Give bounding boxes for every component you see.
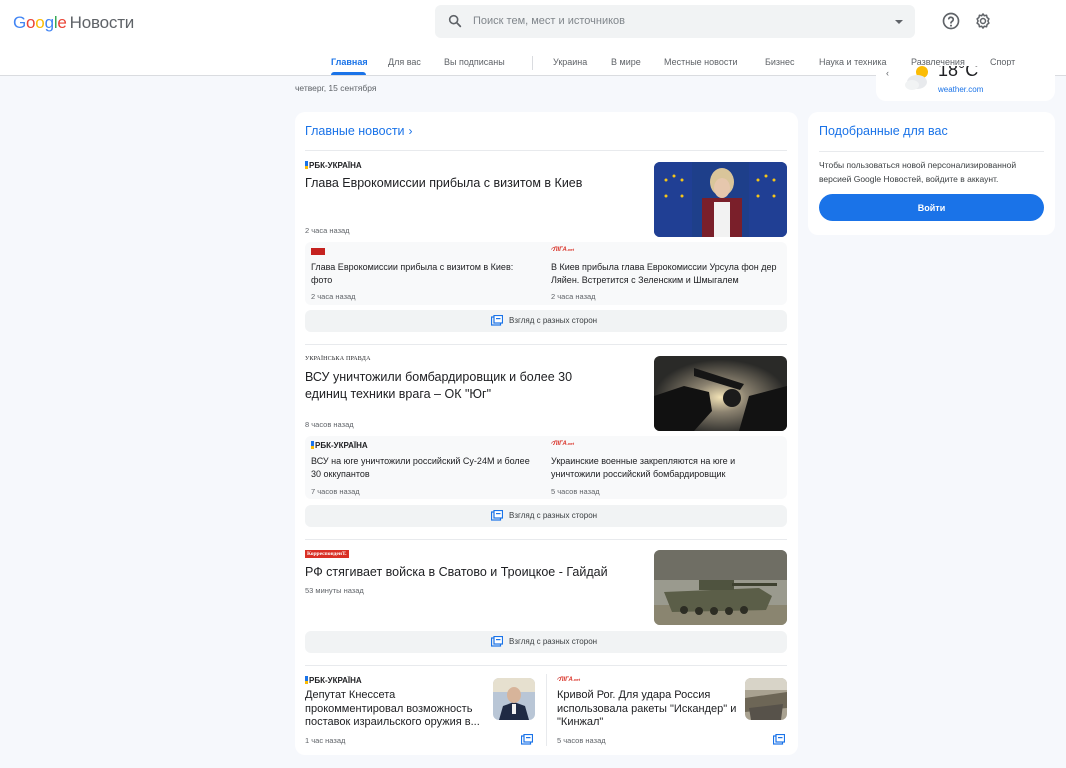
top-news-heading[interactable]: Главные новости ›: [305, 124, 413, 138]
story-time: 53 минуты назад: [305, 586, 364, 595]
story-headline[interactable]: РФ стягивает войска в Сватово и Троицкое…: [305, 564, 645, 581]
story-thumbnail[interactable]: [654, 550, 787, 625]
related-time: 2 часа назад: [551, 292, 596, 301]
google-news-logo[interactable]: Google Новости: [13, 13, 134, 33]
related-time: 7 часов назад: [311, 487, 360, 496]
divider: [305, 665, 787, 666]
related-articles: Глава Еврокомиссии прибыла с визитом в К…: [305, 242, 787, 305]
full-coverage-label: Взгляд с разных сторон: [509, 637, 598, 646]
story-source: КорреспонденТ.: [305, 550, 349, 558]
story-source: РБК-УКРАЇНА: [305, 676, 362, 685]
related-time: 5 часов назад: [551, 487, 600, 496]
tab-following[interactable]: Вы подписаны: [444, 57, 505, 67]
related-title[interactable]: ВСУ на юге уничтожили российский Су-24М …: [311, 455, 531, 481]
related-title[interactable]: В Киев прибыла глава Еврокомиссии Урсула…: [551, 261, 781, 287]
related-title[interactable]: Глава Еврокомиссии прибыла с визитом в К…: [311, 261, 531, 287]
story-thumbnail[interactable]: [654, 162, 787, 237]
logo-product-label: Новости: [69, 13, 135, 32]
partly-cloudy-icon: [905, 66, 928, 90]
story-headline[interactable]: Глава Еврокомиссии прибыла с визитом в К…: [305, 175, 635, 192]
full-coverage-label: Взгляд с разных сторон: [509, 511, 598, 520]
full-coverage-icon[interactable]: [521, 734, 533, 745]
story-source: РБК-УКРАЇНА: [305, 161, 362, 170]
nav-divider: [532, 56, 533, 70]
related-source: РБК-УКРАЇНА: [311, 441, 368, 450]
story-headline[interactable]: Кривой Рог. Для удара Россия использовал…: [557, 689, 737, 730]
help-icon[interactable]: [941, 11, 961, 31]
for-you-heading: Подобранные для вас: [819, 124, 948, 138]
divider: [819, 151, 1044, 152]
story-headline[interactable]: ВСУ уничтожили бомбардировщик и более 30…: [305, 369, 615, 403]
related-title[interactable]: Украинские военные закрепляются на юге и…: [551, 455, 781, 481]
story-time: 1 час назад: [305, 736, 346, 745]
story-time: 8 часов назад: [305, 420, 354, 429]
source-logo-tvn: [311, 248, 325, 255]
weather-temperature: 18°C: [938, 66, 979, 80]
story-thumbnail[interactable]: [654, 356, 787, 431]
story-source: УКРАЇНСЬКА ПРАВДА: [305, 356, 371, 362]
chevron-down-icon[interactable]: [895, 20, 903, 24]
chevron-left-icon[interactable]: ‹: [886, 68, 889, 78]
full-coverage-icon[interactable]: [773, 734, 785, 745]
related-articles: РБК-УКРАЇНА ВСУ на юге уничтожили россий…: [305, 436, 787, 499]
for-you-description: Чтобы пользоваться новой персонализирова…: [819, 160, 1017, 184]
story-time: 2 часа назад: [305, 226, 350, 235]
weather-widget[interactable]: ‹ 18°C weather.com: [876, 66, 1055, 101]
weather-source-link[interactable]: weather.com: [938, 85, 983, 94]
source-logo-liga: ◜ЛІГА.net: [551, 247, 574, 253]
tab-world[interactable]: В мире: [611, 57, 641, 67]
full-coverage-icon: [491, 315, 503, 326]
related-time: 2 часа назад: [311, 292, 356, 301]
story-time: 5 часов назад: [557, 736, 606, 745]
search-icon[interactable]: [447, 13, 463, 29]
tab-home[interactable]: Главная: [331, 57, 368, 67]
date-label: четверг, 15 сентября: [295, 83, 377, 93]
full-coverage-label: Взгляд с разных сторон: [509, 316, 598, 325]
sign-in-button[interactable]: Войти: [819, 194, 1044, 221]
search-box[interactable]: [435, 5, 915, 38]
active-tab-indicator: [331, 72, 366, 75]
full-coverage-button[interactable]: Взгляд с разных сторон: [305, 505, 787, 527]
chevron-right-icon: ›: [408, 124, 413, 138]
top-news-card: Главные новости › РБК-УКРАЇНА Глава Еврок…: [295, 112, 798, 755]
divider: [305, 539, 787, 540]
header: GoogleНовости Главная Для вас Вы подписа…: [0, 0, 1066, 76]
tab-business[interactable]: Бизнес: [765, 57, 795, 67]
divider: [305, 150, 787, 151]
search-input[interactable]: [473, 11, 873, 31]
tab-ukraine[interactable]: Украина: [553, 57, 587, 67]
source-logo-liga: ◜ЛІГА.net: [551, 441, 574, 447]
story-thumbnail[interactable]: [745, 678, 787, 720]
for-you-card: Подобранные для вас Чтобы пользоваться н…: [808, 112, 1055, 235]
divider: [546, 674, 547, 746]
story-headline[interactable]: Депутат Кнессета прокомментировал возмож…: [305, 689, 485, 730]
tab-for-you[interactable]: Для вас: [388, 57, 421, 67]
story-thumbnail[interactable]: [493, 678, 535, 720]
full-coverage-icon: [491, 636, 503, 647]
full-coverage-button[interactable]: Взгляд с разных сторон: [305, 310, 787, 332]
full-coverage-button[interactable]: Взгляд с разных сторон: [305, 631, 787, 653]
source-logo-liga: ◜ЛІГА.net: [557, 677, 580, 683]
full-coverage-icon: [491, 510, 503, 521]
tab-local[interactable]: Местные новости: [664, 57, 737, 67]
gear-icon[interactable]: [973, 11, 993, 31]
divider: [305, 344, 787, 345]
